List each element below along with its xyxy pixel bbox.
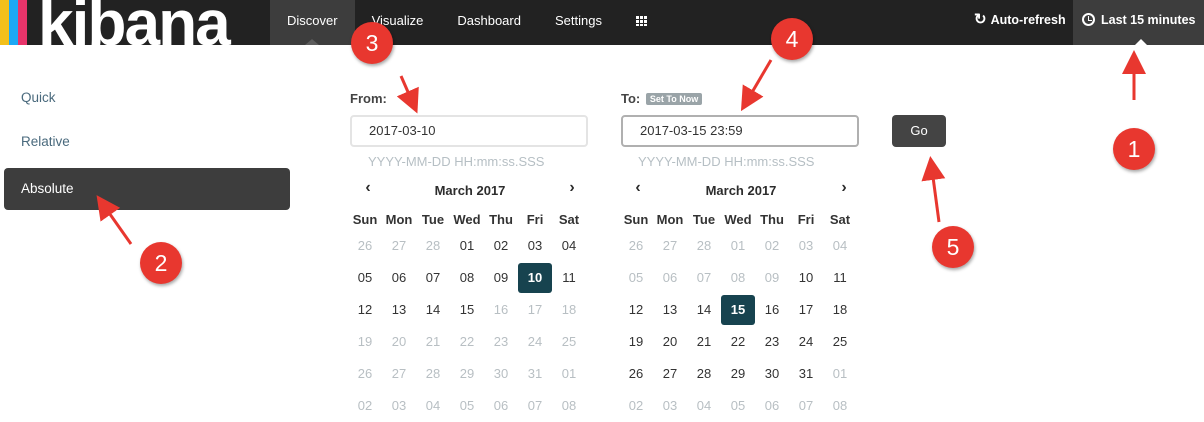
annotation-arrow-5 <box>921 156 946 223</box>
annotation-arrow-3 <box>396 75 419 114</box>
annotation-badge-5: 5 <box>932 226 974 268</box>
annotation-arrow-4 <box>740 59 773 112</box>
annotation-badge-1: 1 <box>1113 128 1155 170</box>
annotation-badge-4: 4 <box>771 18 813 60</box>
annotation-badge-3: 3 <box>351 22 393 64</box>
annotation-arrows <box>96 50 1146 245</box>
annotation-arrow-2 <box>96 195 133 245</box>
annotation-badge-2: 2 <box>140 242 182 284</box>
